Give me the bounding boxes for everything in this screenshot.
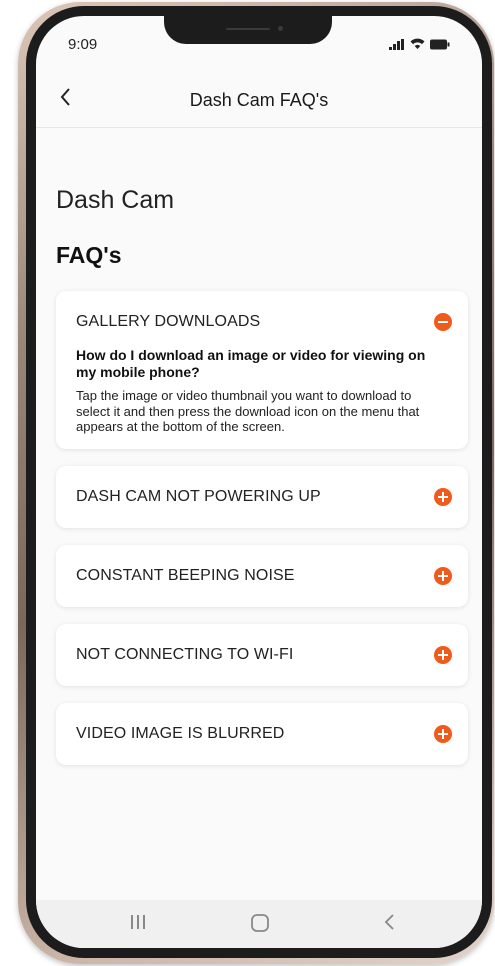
app-header: Dash Cam FAQ's <box>36 72 482 128</box>
expand-icon[interactable] <box>434 487 452 506</box>
status-icons <box>389 38 450 50</box>
faq-item-gallery-downloads[interactable]: GALLERY DOWNLOADS How do I download an i… <box>56 291 468 449</box>
faq-label: VIDEO IMAGE IS BLURRED <box>76 724 285 742</box>
expand-icon[interactable] <box>434 724 452 743</box>
expand-icon[interactable] <box>434 645 452 664</box>
faq-heading: FAQ's <box>56 242 122 268</box>
faq-item-blurred-video[interactable]: VIDEO IMAGE IS BLURRED <box>56 702 468 765</box>
front-camera-icon <box>278 26 283 31</box>
faq-item-not-powering-up[interactable]: DASH CAM NOT POWERING UP <box>56 465 468 528</box>
speaker-grille <box>226 28 270 30</box>
faq-header[interactable]: GALLERY DOWNLOADS <box>56 291 468 353</box>
faq-answer: Tap the image or video thumbnail you wan… <box>76 388 420 434</box>
faq-header[interactable]: DASH CAM NOT POWERING UP <box>56 466 468 528</box>
faq-question: How do I download an image or video for … <box>76 347 426 380</box>
back-icon[interactable] <box>381 911 397 933</box>
faq-item-beeping-noise[interactable]: CONSTANT BEEPING NOISE <box>56 544 468 607</box>
faq-label: NOT CONNECTING TO WI-FI <box>76 645 294 663</box>
faq-header[interactable]: VIDEO IMAGE IS BLURRED <box>56 703 468 765</box>
faq-header[interactable]: NOT CONNECTING TO WI-FI <box>56 624 468 686</box>
expand-icon[interactable] <box>434 566 452 585</box>
system-nav-bar <box>36 900 482 948</box>
collapse-icon[interactable] <box>434 313 452 331</box>
signal-icon <box>389 38 404 50</box>
wifi-icon <box>410 38 425 49</box>
faq-list: GALLERY DOWNLOADS How do I download an i… <box>56 291 468 782</box>
recent-apps-icon[interactable] <box>129 913 147 931</box>
page-title: Dash Cam FAQ's <box>189 90 329 110</box>
faq-header[interactable]: CONSTANT BEEPING NOISE <box>56 545 468 607</box>
status-time: 9:09 <box>68 36 98 53</box>
home-icon[interactable] <box>250 913 270 933</box>
battery-icon <box>430 39 450 49</box>
faq-label: DASH CAM NOT POWERING UP <box>76 487 321 505</box>
section-title: Dash Cam <box>56 186 175 214</box>
notch <box>164 16 332 44</box>
faq-label: GALLERY DOWNLOADS <box>76 313 261 330</box>
faq-item-wifi[interactable]: NOT CONNECTING TO WI-FI <box>56 623 468 686</box>
faq-label: CONSTANT BEEPING NOISE <box>76 566 295 584</box>
screen: 9:09 Dash Cam FAQ's Dash Cam FAQ's GALLE… <box>36 16 482 948</box>
